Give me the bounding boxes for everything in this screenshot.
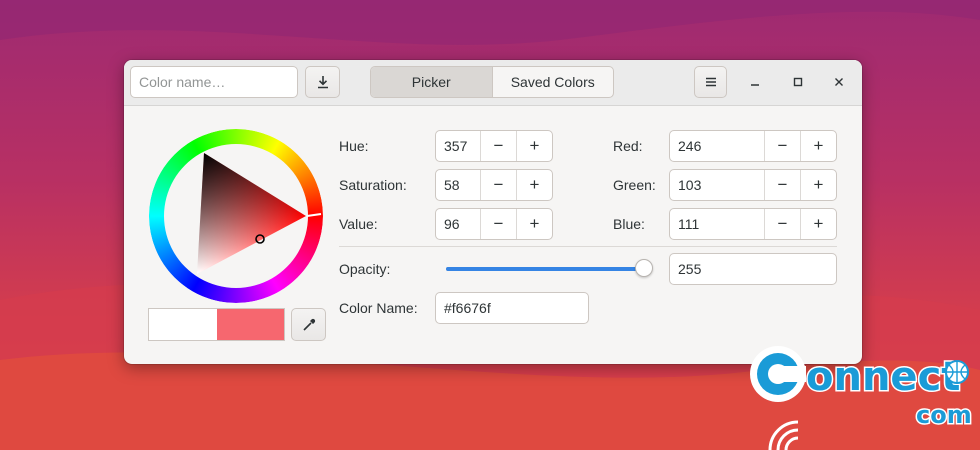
- minimize-button[interactable]: [742, 69, 768, 95]
- previous-color-swatch: [149, 309, 217, 340]
- green-increment-button[interactable]: +: [800, 170, 836, 200]
- watermark-word: onnect: [806, 354, 960, 400]
- close-icon: [835, 78, 843, 86]
- eyedropper-button[interactable]: [291, 308, 326, 341]
- header-bar: Color name… Picker Saved Colors: [124, 60, 862, 106]
- saturation-decrement-button[interactable]: −: [480, 170, 516, 200]
- maximize-button[interactable]: [785, 69, 811, 95]
- hue-value-input[interactable]: 357: [436, 131, 480, 161]
- value-increment-button[interactable]: +: [516, 209, 552, 239]
- color-name-input[interactable]: #f6676f: [435, 292, 589, 324]
- main-menu-button[interactable]: [694, 66, 727, 98]
- blue-label: Blue:: [613, 216, 645, 232]
- opacity-value-input[interactable]: 255: [669, 253, 837, 285]
- close-button[interactable]: [826, 69, 852, 95]
- green-spinbutton: 103 − +: [669, 169, 837, 201]
- saturation-label: Saturation:: [339, 177, 407, 193]
- hue-decrement-button[interactable]: −: [480, 131, 516, 161]
- current-color-swatch: [216, 309, 284, 340]
- download-button[interactable]: [305, 66, 340, 98]
- saturation-value-input[interactable]: 58: [436, 170, 480, 200]
- value-value-input[interactable]: 96: [436, 209, 480, 239]
- blue-value-input[interactable]: 111: [670, 209, 764, 239]
- saturation-spinbutton: 58 − +: [435, 169, 553, 201]
- blue-decrement-button[interactable]: −: [764, 209, 800, 239]
- blue-increment-button[interactable]: +: [800, 209, 836, 239]
- minimize-icon: [751, 84, 759, 86]
- hue-label: Hue:: [339, 138, 369, 154]
- tab-picker[interactable]: Picker: [371, 67, 493, 97]
- opacity-slider[interactable]: [446, 267, 644, 271]
- red-label: Red:: [613, 138, 643, 154]
- connect-watermark-logo: onnect com: [750, 346, 973, 450]
- opacity-slider-handle[interactable]: [635, 259, 653, 277]
- opacity-slider-fill: [446, 267, 644, 271]
- hue-increment-button[interactable]: +: [516, 131, 552, 161]
- opacity-label: Opacity:: [339, 261, 391, 277]
- green-label: Green:: [613, 177, 656, 193]
- value-decrement-button[interactable]: −: [480, 209, 516, 239]
- hue-spinbutton: 357 − +: [435, 130, 553, 162]
- green-decrement-button[interactable]: −: [764, 170, 800, 200]
- tab-saved-colors[interactable]: Saved Colors: [493, 67, 614, 97]
- watermark-suffix: com: [916, 401, 972, 429]
- download-icon: [317, 76, 328, 89]
- color-name-search-input[interactable]: Color name…: [130, 66, 298, 98]
- green-value-input[interactable]: 103: [670, 170, 764, 200]
- separator: [339, 246, 837, 247]
- color-name-label: Color Name:: [339, 300, 418, 316]
- eyedropper-icon: [302, 318, 315, 331]
- hsv-color-wheel[interactable]: [149, 129, 323, 303]
- saturation-increment-button[interactable]: +: [516, 170, 552, 200]
- maximize-icon: [793, 77, 803, 87]
- wifi-signal-icon: [768, 420, 799, 450]
- red-value-input[interactable]: 246: [670, 131, 764, 161]
- color-picker-window: Color name… Picker Saved Colors Hue: 357…: [124, 60, 862, 364]
- red-decrement-button[interactable]: −: [764, 131, 800, 161]
- red-increment-button[interactable]: +: [800, 131, 836, 161]
- hamburger-menu-icon: [705, 77, 716, 87]
- color-swatch-comparison: [148, 308, 285, 341]
- view-switcher: Picker Saved Colors: [370, 66, 614, 98]
- value-label: Value:: [339, 216, 378, 232]
- red-spinbutton: 246 − +: [669, 130, 837, 162]
- value-spinbutton: 96 − +: [435, 208, 553, 240]
- blue-spinbutton: 111 − +: [669, 208, 837, 240]
